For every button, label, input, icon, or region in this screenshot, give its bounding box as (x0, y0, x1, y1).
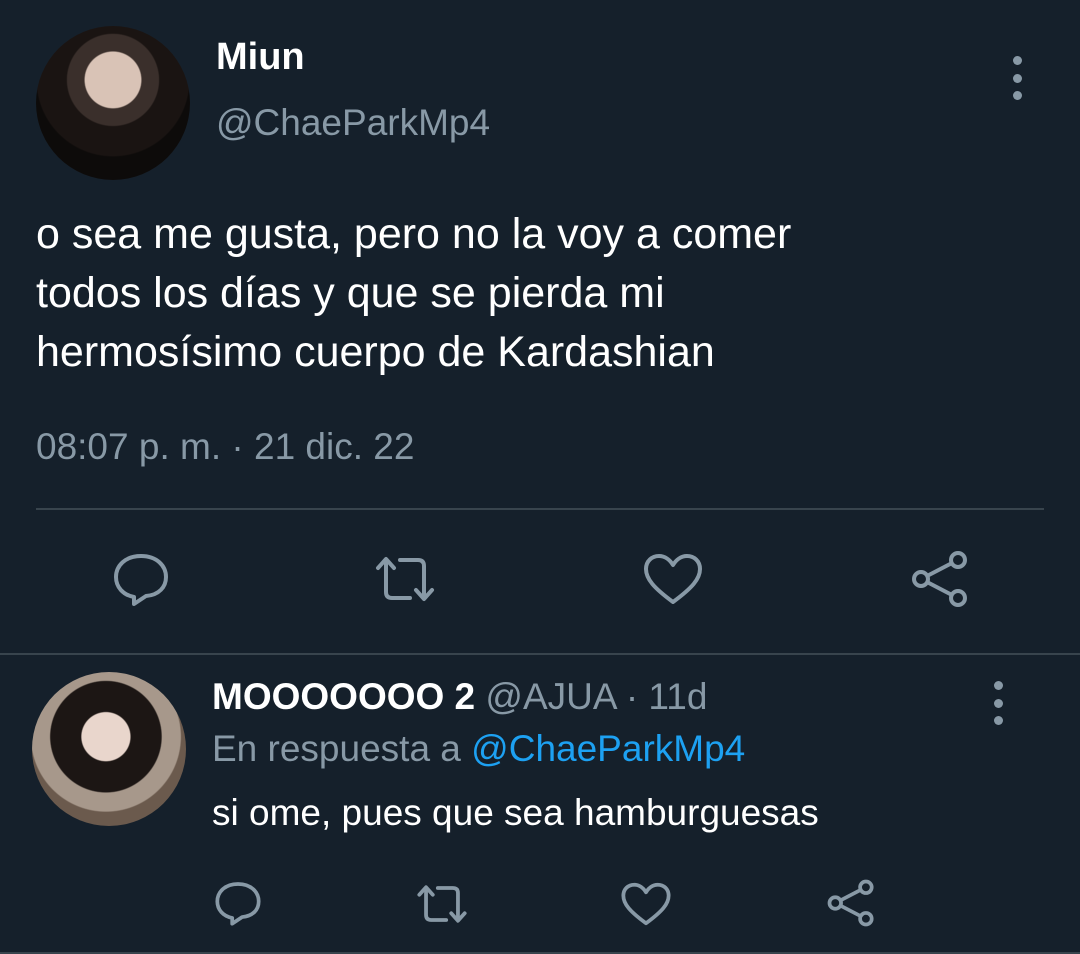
tweet-timestamp[interactable]: 08:07 p. m. · 21 dic. 22 (36, 426, 414, 468)
main-tweet: Miun @ChaeParkMp4 o sea me gusta, pero n… (0, 0, 1080, 654)
user-handle[interactable]: @AJUA (485, 676, 615, 717)
tweet-text-line: todos los días y que se pierda mi (36, 269, 665, 317)
reply-context-prefix: En respuesta a (212, 728, 461, 769)
reply-time[interactable]: 11d (648, 676, 707, 717)
reply-icon[interactable] (214, 880, 262, 926)
retweet-icon[interactable] (372, 554, 438, 604)
reply-author-line: MOOOOOOO 2 @AJUA · 11d (212, 676, 707, 718)
like-icon[interactable] (642, 552, 704, 606)
tweet-text: o sea me gusta, pero no la voy a comer t… (36, 205, 1036, 382)
share-icon[interactable] (826, 879, 876, 927)
retweet-icon[interactable] (414, 883, 470, 925)
tweet-text: si ome, pues que sea hamburguesas (212, 792, 819, 833)
user-handle[interactable]: @ChaeParkMp4 (216, 102, 490, 144)
divider (0, 653, 1080, 655)
mention-link[interactable]: @ChaeParkMp4 (471, 728, 745, 769)
avatar[interactable] (32, 672, 186, 826)
more-options-icon[interactable] (991, 681, 1005, 725)
tweet-text-line: hermosísimo cuerpo de Kardashian (36, 328, 715, 376)
more-options-icon[interactable] (1010, 56, 1024, 100)
share-icon[interactable] (910, 550, 970, 608)
avatar[interactable] (36, 26, 190, 180)
display-name[interactable]: Miun (216, 36, 305, 79)
divider (36, 508, 1044, 510)
reply-icon[interactable] (112, 552, 170, 606)
separator: · (625, 676, 639, 717)
reply-context: En respuesta a @ChaeParkMp4 (212, 728, 745, 770)
display-name[interactable]: MOOOOOOO 2 (212, 676, 475, 717)
like-icon[interactable] (620, 881, 672, 927)
tweet-text-line: o sea me gusta, pero no la voy a comer (36, 210, 792, 258)
